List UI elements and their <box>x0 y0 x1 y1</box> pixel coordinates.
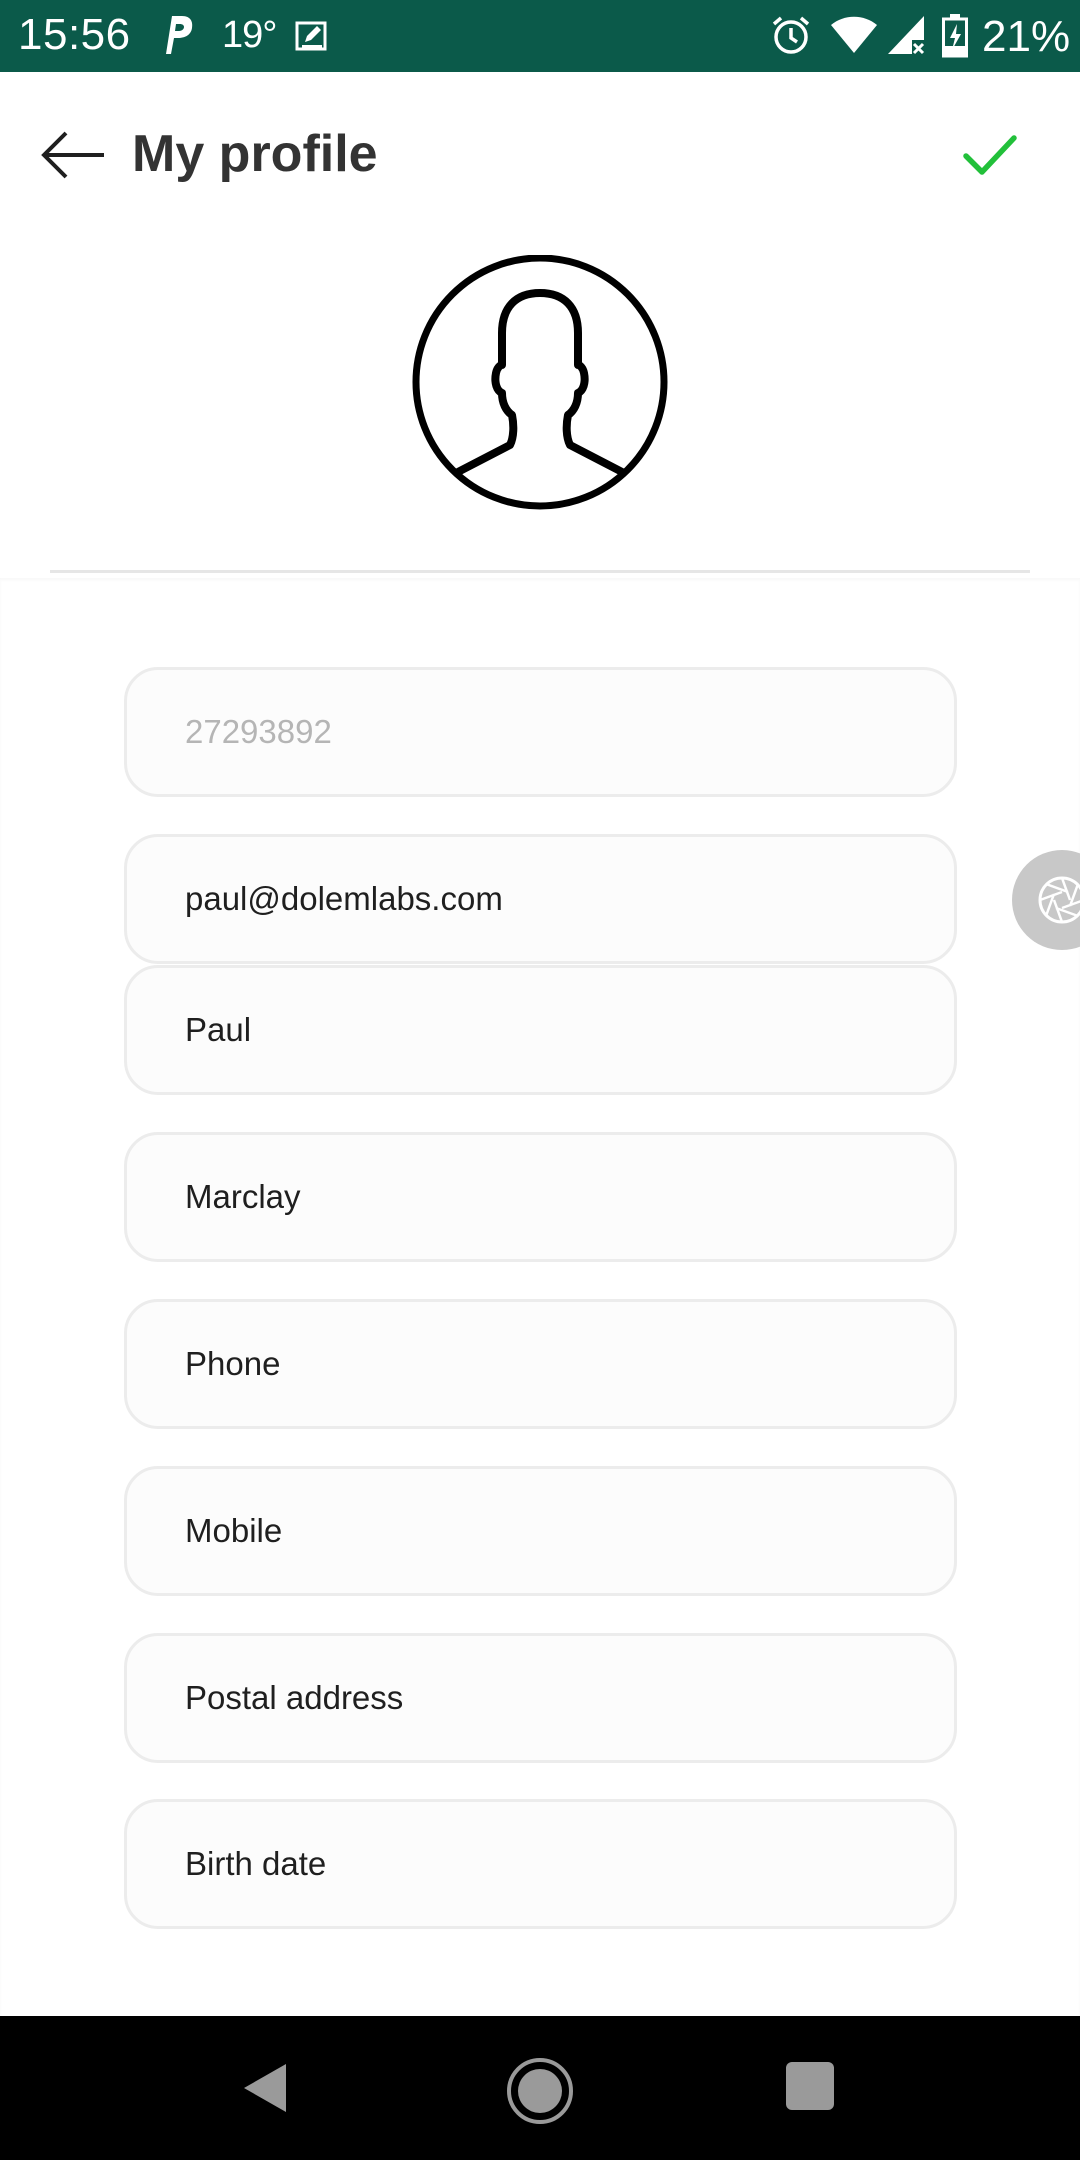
back-button[interactable] <box>40 130 108 180</box>
nav-recents-icon[interactable] <box>786 2062 834 2110</box>
edit-icon <box>295 21 327 51</box>
status-temperature: 19° <box>222 14 277 56</box>
system-nav-bar <box>0 2016 1080 2160</box>
status-bar: 15:56 19° 21% <box>0 0 1080 72</box>
alarm-icon <box>772 16 810 54</box>
birth-date-field[interactable] <box>124 1799 957 1929</box>
cell-signal-icon <box>888 16 925 55</box>
phone-field[interactable] <box>124 1299 957 1429</box>
customer-id-field[interactable] <box>124 667 957 797</box>
battery-charging-icon <box>942 14 968 58</box>
mobile-input[interactable] <box>127 1469 954 1593</box>
postal-address-input[interactable] <box>127 1636 954 1760</box>
user-avatar-icon[interactable] <box>410 255 670 515</box>
nav-home-icon[interactable] <box>505 2056 575 2126</box>
save-checkmark-button[interactable] <box>960 130 1020 180</box>
first-name-input[interactable] <box>127 968 954 1092</box>
mobile-field[interactable] <box>124 1466 957 1596</box>
nav-back-icon[interactable] <box>240 2060 290 2116</box>
camera-shutter-icon <box>1038 876 1080 924</box>
phone-input[interactable] <box>127 1302 954 1426</box>
wifi-icon <box>831 16 877 53</box>
status-time: 15:56 <box>18 10 131 59</box>
customer-id-input[interactable] <box>127 670 954 794</box>
parking-icon <box>166 16 193 54</box>
header-divider <box>50 570 1030 573</box>
last-name-field[interactable] <box>124 1132 957 1262</box>
battery-percent: 21% <box>982 12 1071 61</box>
page-title: My profile <box>132 125 378 183</box>
birth-date-input[interactable] <box>127 1802 954 1926</box>
last-name-input[interactable] <box>127 1135 954 1259</box>
first-name-field[interactable] <box>124 965 957 1095</box>
postal-address-field[interactable] <box>124 1633 957 1763</box>
email-field[interactable] <box>124 834 957 964</box>
email-input[interactable] <box>127 837 954 961</box>
